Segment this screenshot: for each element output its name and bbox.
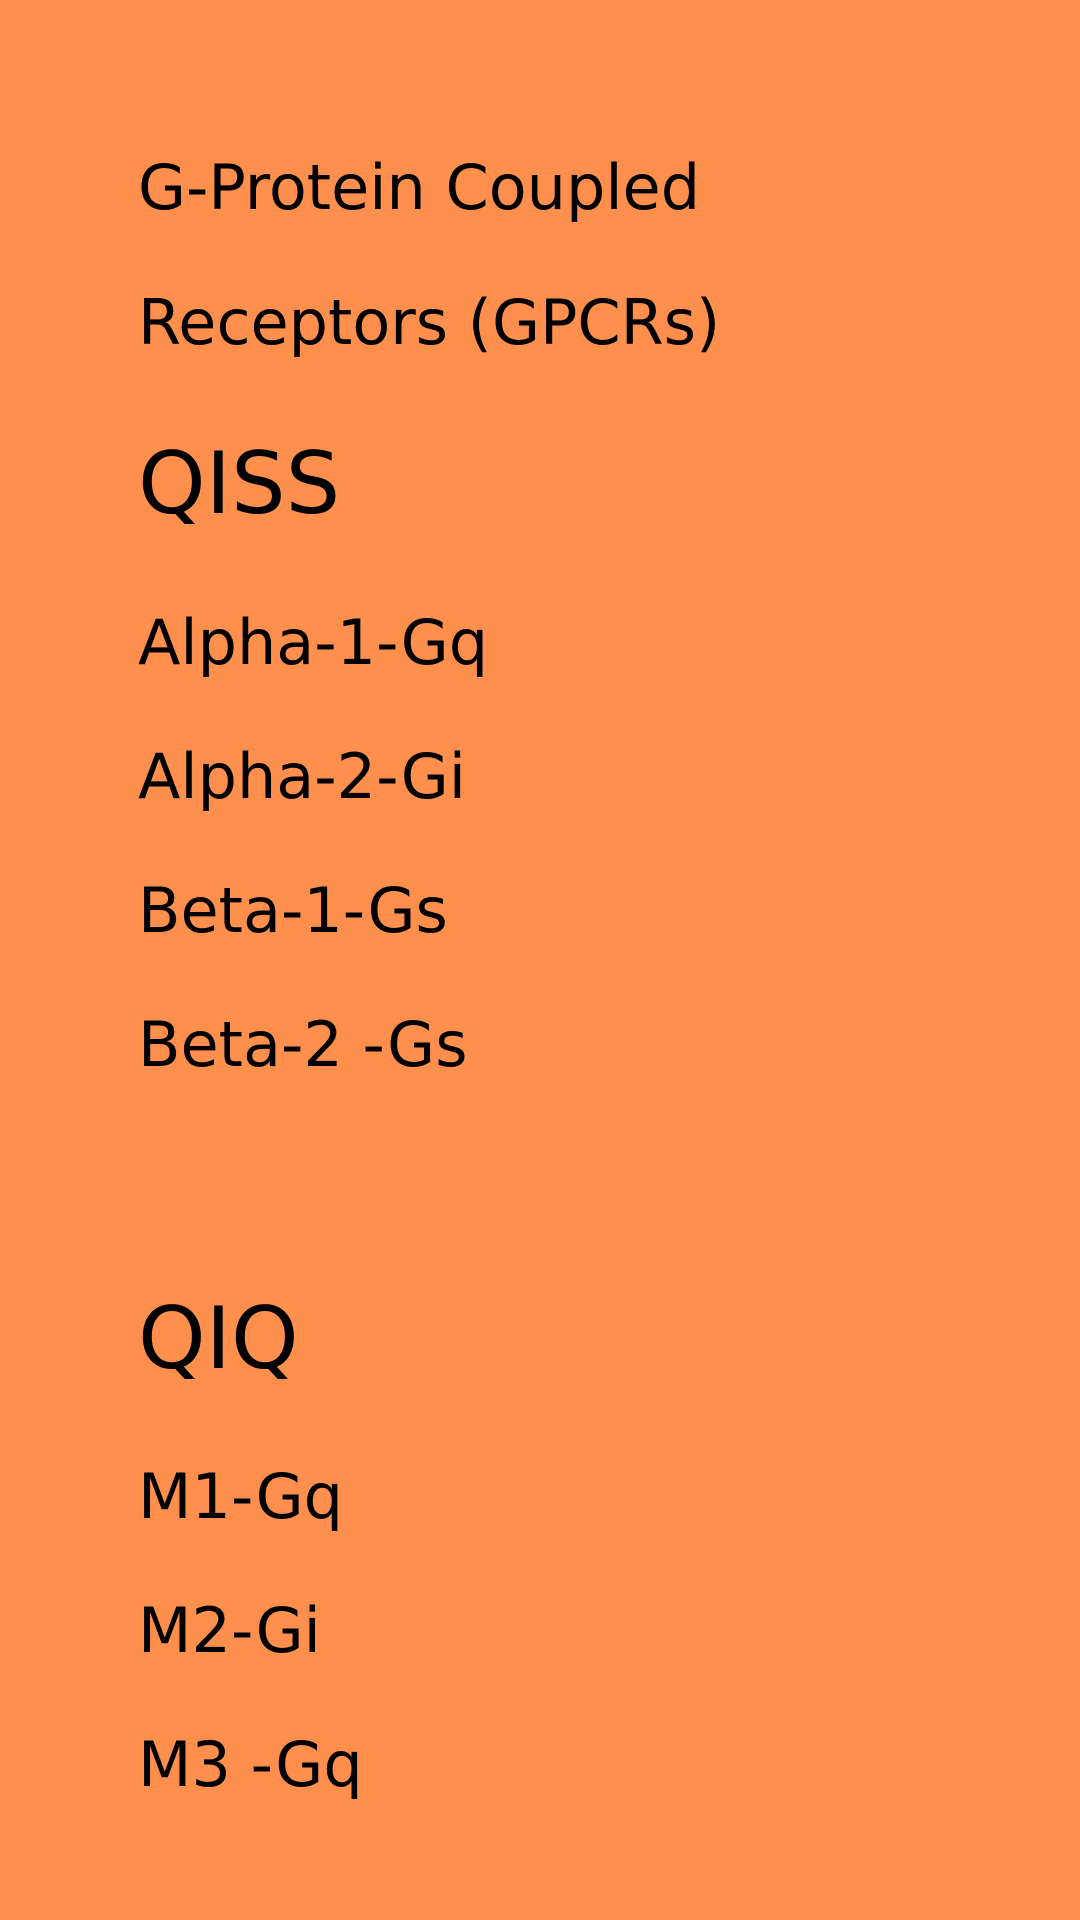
- list-item-beta-1-gs: Beta-1-Gs: [138, 874, 448, 947]
- section-heading-qiq: QIQ: [138, 1289, 299, 1389]
- list-item-alpha-2-gi: Alpha-2-Gi: [138, 740, 467, 813]
- list-item-m2-gi: M2-Gi: [138, 1594, 321, 1667]
- section-heading-qiss: QISS: [138, 434, 341, 534]
- list-item-beta-2-gs: Beta-2 -Gs: [138, 1008, 468, 1081]
- list-item-alpha-1-gq: Alpha-1-Gq: [138, 606, 489, 679]
- list-item-m1-gq: M1-Gq: [138, 1460, 343, 1533]
- page-background: G-Protein Coupled Receptors (GPCRs) QISS…: [0, 0, 1080, 1920]
- list-item-m3-gq: M3 -Gq: [138, 1728, 363, 1801]
- page-title-line-2: Receptors (GPCRs): [138, 286, 721, 359]
- page-title-line-1: G-Protein Coupled: [138, 151, 701, 224]
